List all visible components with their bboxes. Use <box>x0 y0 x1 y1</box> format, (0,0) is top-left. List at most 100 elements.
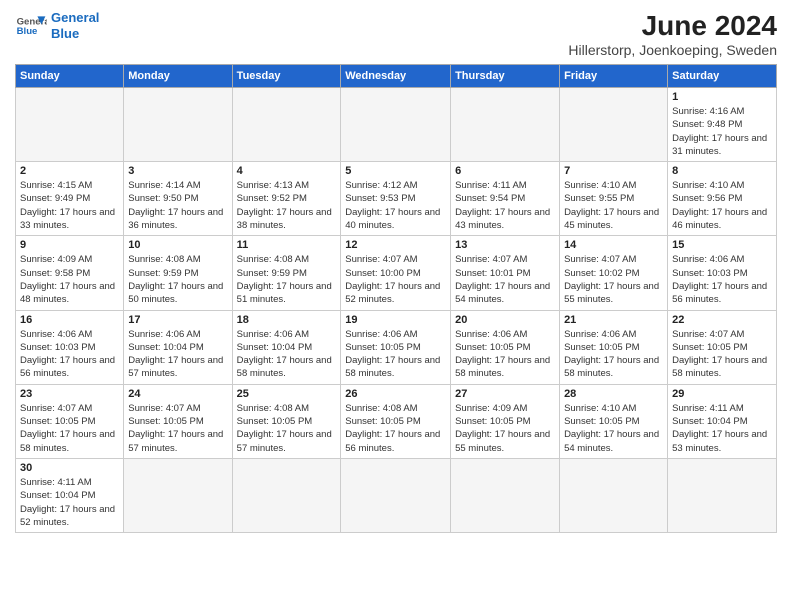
day-number: 20 <box>455 314 555 326</box>
weekday-header-row: SundayMondayTuesdayWednesdayThursdayFrid… <box>16 65 777 88</box>
calendar-week-5: 23 Sunrise: 4:07 AM Sunset: 10:05 PM Dayl… <box>16 384 777 458</box>
calendar-cell <box>560 88 668 162</box>
day-info: Sunrise: 4:06 AM Sunset: 10:05 PM Daylig… <box>455 328 555 381</box>
calendar-cell: 4 Sunrise: 4:13 AM Sunset: 9:52 PM Daylig… <box>232 162 341 236</box>
day-number: 24 <box>128 388 227 400</box>
weekday-header-tuesday: Tuesday <box>232 65 341 88</box>
logo: General Blue General Blue <box>15 10 99 42</box>
title-area: June 2024 Hillerstorp, Joenkoeping, Swed… <box>568 10 777 58</box>
day-number: 21 <box>564 314 663 326</box>
day-info: Sunrise: 4:11 AM Sunset: 9:54 PM Dayligh… <box>455 179 555 232</box>
weekday-header-monday: Monday <box>124 65 232 88</box>
calendar-cell: 20 Sunrise: 4:06 AM Sunset: 10:05 PM Dayl… <box>451 310 560 384</box>
location-subtitle: Hillerstorp, Joenkoeping, Sweden <box>568 42 777 58</box>
day-number: 15 <box>672 239 772 251</box>
day-number: 8 <box>672 165 772 177</box>
day-info: Sunrise: 4:11 AM Sunset: 10:04 PM Daylig… <box>20 476 119 529</box>
calendar-cell: 8 Sunrise: 4:10 AM Sunset: 9:56 PM Daylig… <box>668 162 777 236</box>
day-number: 14 <box>564 239 663 251</box>
calendar-week-6: 30Sunrise: 4:11 AM Sunset: 10:04 PM Dayl… <box>16 458 777 532</box>
day-number: 10 <box>128 239 227 251</box>
calendar-cell <box>341 88 451 162</box>
day-number: 28 <box>564 388 663 400</box>
logo-icon: General Blue <box>15 10 47 42</box>
day-number: 7 <box>564 165 663 177</box>
day-info: Sunrise: 4:10 AM Sunset: 9:56 PM Dayligh… <box>672 179 772 232</box>
day-info: Sunrise: 4:13 AM Sunset: 9:52 PM Dayligh… <box>237 179 337 232</box>
weekday-header-sunday: Sunday <box>16 65 124 88</box>
calendar-cell: 7 Sunrise: 4:10 AM Sunset: 9:55 PM Daylig… <box>560 162 668 236</box>
calendar-cell <box>668 458 777 532</box>
logo-wordmark: General Blue <box>51 10 99 41</box>
calendar-cell: 14Sunrise: 4:07 AM Sunset: 10:02 PM Dayl… <box>560 236 668 310</box>
calendar-cell <box>124 88 232 162</box>
day-info: Sunrise: 4:09 AM Sunset: 10:05 PM Daylig… <box>455 402 555 455</box>
day-number: 1 <box>672 91 772 103</box>
weekday-header-saturday: Saturday <box>668 65 777 88</box>
day-info: Sunrise: 4:06 AM Sunset: 10:04 PM Daylig… <box>128 328 227 381</box>
day-info: Sunrise: 4:06 AM Sunset: 10:04 PM Daylig… <box>237 328 337 381</box>
calendar-cell: 16 Sunrise: 4:06 AM Sunset: 10:03 PM Dayl… <box>16 310 124 384</box>
calendar-cell <box>232 458 341 532</box>
calendar-cell: 9Sunrise: 4:09 AM Sunset: 9:58 PM Daylig… <box>16 236 124 310</box>
day-info: Sunrise: 4:10 AM Sunset: 9:55 PM Dayligh… <box>564 179 663 232</box>
day-info: Sunrise: 4:12 AM Sunset: 9:53 PM Dayligh… <box>345 179 446 232</box>
calendar-cell: 12 Sunrise: 4:07 AM Sunset: 10:00 PM Dayl… <box>341 236 451 310</box>
page-title: June 2024 <box>568 10 777 42</box>
day-number: 27 <box>455 388 555 400</box>
day-number: 6 <box>455 165 555 177</box>
day-number: 25 <box>237 388 337 400</box>
day-info: Sunrise: 4:08 AM Sunset: 10:05 PM Daylig… <box>345 402 446 455</box>
calendar-cell: 22 Sunrise: 4:07 AM Sunset: 10:05 PM Dayl… <box>668 310 777 384</box>
calendar-cell: 15 Sunrise: 4:06 AM Sunset: 10:03 PM Dayl… <box>668 236 777 310</box>
calendar-cell: 27 Sunrise: 4:09 AM Sunset: 10:05 PM Dayl… <box>451 384 560 458</box>
day-info: Sunrise: 4:16 AM Sunset: 9:48 PM Dayligh… <box>672 105 772 158</box>
day-info: Sunrise: 4:07 AM Sunset: 10:00 PM Daylig… <box>345 253 446 306</box>
day-info: Sunrise: 4:06 AM Sunset: 10:05 PM Daylig… <box>564 328 663 381</box>
calendar-cell: 18 Sunrise: 4:06 AM Sunset: 10:04 PM Dayl… <box>232 310 341 384</box>
day-number: 3 <box>128 165 227 177</box>
day-number: 5 <box>345 165 446 177</box>
weekday-header-wednesday: Wednesday <box>341 65 451 88</box>
day-info: Sunrise: 4:07 AM Sunset: 10:05 PM Daylig… <box>672 328 772 381</box>
day-number: 13 <box>455 239 555 251</box>
day-info: Sunrise: 4:08 AM Sunset: 9:59 PM Dayligh… <box>237 253 337 306</box>
calendar-week-4: 16 Sunrise: 4:06 AM Sunset: 10:03 PM Dayl… <box>16 310 777 384</box>
calendar-cell <box>124 458 232 532</box>
calendar-cell: 29Sunrise: 4:11 AM Sunset: 10:04 PM Dayl… <box>668 384 777 458</box>
day-info: Sunrise: 4:06 AM Sunset: 10:05 PM Daylig… <box>345 328 446 381</box>
day-number: 4 <box>237 165 337 177</box>
calendar-cell: 28 Sunrise: 4:10 AM Sunset: 10:05 PM Dayl… <box>560 384 668 458</box>
day-number: 17 <box>128 314 227 326</box>
day-number: 29 <box>672 388 772 400</box>
calendar-table: SundayMondayTuesdayWednesdayThursdayFrid… <box>15 64 777 533</box>
day-number: 12 <box>345 239 446 251</box>
calendar-cell: 6 Sunrise: 4:11 AM Sunset: 9:54 PM Daylig… <box>451 162 560 236</box>
day-info: Sunrise: 4:07 AM Sunset: 10:05 PM Daylig… <box>128 402 227 455</box>
calendar-cell: 25Sunrise: 4:08 AM Sunset: 10:05 PM Dayl… <box>232 384 341 458</box>
calendar-cell <box>232 88 341 162</box>
calendar-cell: 1 Sunrise: 4:16 AM Sunset: 9:48 PM Daylig… <box>668 88 777 162</box>
day-number: 22 <box>672 314 772 326</box>
day-info: Sunrise: 4:15 AM Sunset: 9:49 PM Dayligh… <box>20 179 119 232</box>
day-number: 2 <box>20 165 119 177</box>
day-info: Sunrise: 4:07 AM Sunset: 10:01 PM Daylig… <box>455 253 555 306</box>
calendar-week-3: 9Sunrise: 4:09 AM Sunset: 9:58 PM Daylig… <box>16 236 777 310</box>
day-number: 11 <box>237 239 337 251</box>
calendar-cell: 17 Sunrise: 4:06 AM Sunset: 10:04 PM Dayl… <box>124 310 232 384</box>
calendar-cell: 10Sunrise: 4:08 AM Sunset: 9:59 PM Dayli… <box>124 236 232 310</box>
day-info: Sunrise: 4:10 AM Sunset: 10:05 PM Daylig… <box>564 402 663 455</box>
day-number: 16 <box>20 314 119 326</box>
day-info: Sunrise: 4:06 AM Sunset: 10:03 PM Daylig… <box>672 253 772 306</box>
weekday-header-friday: Friday <box>560 65 668 88</box>
day-number: 23 <box>20 388 119 400</box>
calendar-cell: 5 Sunrise: 4:12 AM Sunset: 9:53 PM Daylig… <box>341 162 451 236</box>
calendar-cell <box>16 88 124 162</box>
calendar-cell: 21 Sunrise: 4:06 AM Sunset: 10:05 PM Dayl… <box>560 310 668 384</box>
calendar-cell: 3Sunrise: 4:14 AM Sunset: 9:50 PM Daylig… <box>124 162 232 236</box>
day-number: 9 <box>20 239 119 251</box>
day-number: 18 <box>237 314 337 326</box>
calendar-week-1: 1 Sunrise: 4:16 AM Sunset: 9:48 PM Daylig… <box>16 88 777 162</box>
day-number: 26 <box>345 388 446 400</box>
day-info: Sunrise: 4:06 AM Sunset: 10:03 PM Daylig… <box>20 328 119 381</box>
